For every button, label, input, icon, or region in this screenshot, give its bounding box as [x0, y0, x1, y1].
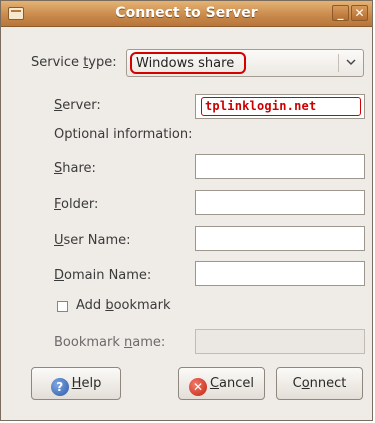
optional-info-heading: Optional information:: [54, 127, 193, 142]
share-label: Share:: [54, 161, 96, 176]
minimize-icon[interactable]: _: [332, 5, 349, 21]
server-value: tplinklogin.net: [201, 97, 361, 116]
connect-button[interactable]: Connect: [276, 367, 363, 400]
server-field[interactable]: tplinklogin.net: [195, 94, 365, 119]
cancel-button[interactable]: ✕ Cancel: [178, 367, 265, 400]
chevron-down-icon: [346, 59, 356, 65]
user-name-label: User Name:: [54, 233, 131, 248]
server-label: Server:: [54, 98, 101, 113]
window-title: Connect to Server: [115, 5, 258, 21]
bookmark-name-label: Bookmark name:: [54, 335, 166, 350]
service-type-value: Windows share: [130, 52, 246, 74]
user-name-field[interactable]: [195, 226, 365, 251]
folder-label: Folder:: [54, 197, 99, 212]
help-button[interactable]: ? Help: [31, 367, 121, 400]
domain-name-field[interactable]: [195, 261, 365, 286]
folder-field[interactable]: [195, 190, 365, 215]
cancel-icon: ✕: [188, 378, 207, 396]
domain-name-label: Domain Name:: [54, 268, 152, 283]
close-icon[interactable]: ✕: [351, 5, 368, 21]
add-bookmark-checkbox[interactable]: [57, 301, 68, 312]
connect-to-server-dialog: Connect to Server _ ✕ Service type: Wind…: [0, 0, 373, 421]
help-icon: ?: [50, 378, 69, 396]
title-bar[interactable]: Connect to Server _ ✕: [1, 1, 372, 27]
share-field[interactable]: [195, 154, 365, 179]
service-type-label: Service type:: [31, 55, 117, 70]
add-bookmark-label[interactable]: Add bookmark: [76, 298, 171, 313]
bookmark-name-field[interactable]: [195, 329, 365, 354]
service-type-combo[interactable]: Windows share: [126, 49, 364, 77]
